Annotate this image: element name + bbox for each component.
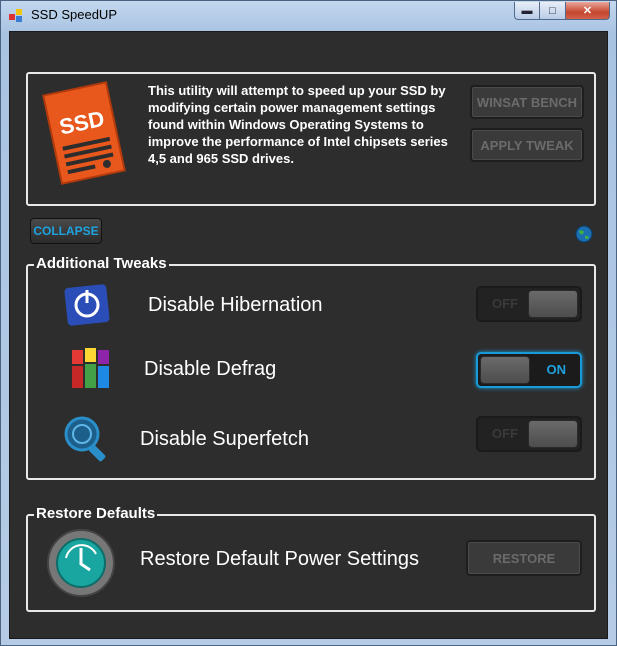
additional-tweaks-panel: Additional Tweaks Disable Hibernation OF… — [26, 255, 596, 480]
toggle-knob — [480, 356, 530, 384]
disable-hibernation-toggle[interactable]: OFF — [476, 286, 582, 322]
restore-clock-icon — [47, 529, 115, 597]
restore-button[interactable]: RESTORE — [466, 540, 582, 576]
window-title: SSD SpeedUP — [31, 7, 117, 22]
disable-superfetch-toggle[interactable]: OFF — [476, 416, 582, 452]
defrag-icon — [72, 348, 109, 388]
maximize-button[interactable]: □ — [540, 2, 566, 20]
disable-superfetch-label: Disable Superfetch — [140, 428, 309, 450]
minimize-button[interactable]: ▬ — [514, 2, 540, 20]
intro-panel: SSD This utility will attempt to speed u… — [26, 72, 596, 206]
additional-tweaks-legend: Additional Tweaks — [34, 255, 169, 273]
title-bar[interactable]: SSD SpeedUP ▬ □ ✕ — [1, 1, 616, 29]
disable-defrag-toggle[interactable]: ON — [476, 352, 582, 388]
toggle-state-text: ON — [546, 362, 567, 377]
toggle-state-text: OFF — [492, 296, 518, 311]
superfetch-icon — [64, 416, 106, 462]
client-area: SSD This utility will attempt to speed u… — [9, 31, 608, 639]
restore-defaults-panel: Restore Defaults Restore Default Power S… — [26, 505, 596, 612]
collapse-button[interactable]: COLLAPSE — [30, 218, 102, 244]
hibernation-icon — [64, 284, 110, 326]
toggle-knob — [528, 420, 578, 448]
winsat-bench-button[interactable]: WINSAT BENCH — [470, 85, 584, 119]
toggle-state-text: OFF — [492, 426, 518, 441]
close-button[interactable]: ✕ — [566, 2, 610, 20]
app-icon — [9, 9, 22, 22]
globe-icon[interactable] — [575, 225, 593, 243]
disable-defrag-label: Disable Defrag — [144, 358, 277, 380]
ssd-logo-icon: SSD — [42, 81, 126, 185]
restore-default-power-settings-label: Restore Default Power Settings — [140, 548, 420, 570]
window-controls: ▬ □ ✕ — [514, 2, 610, 20]
apply-tweak-button[interactable]: APPLY TWEAK — [470, 128, 584, 162]
intro-description: This utility will attempt to speed up yo… — [148, 83, 448, 166]
disable-hibernation-label: Disable Hibernation — [148, 294, 323, 316]
restore-defaults-legend: Restore Defaults — [34, 505, 158, 523]
app-window: SSD SpeedUP ▬ □ ✕ SSD This utility will … — [0, 0, 617, 646]
toggle-knob — [528, 290, 578, 318]
